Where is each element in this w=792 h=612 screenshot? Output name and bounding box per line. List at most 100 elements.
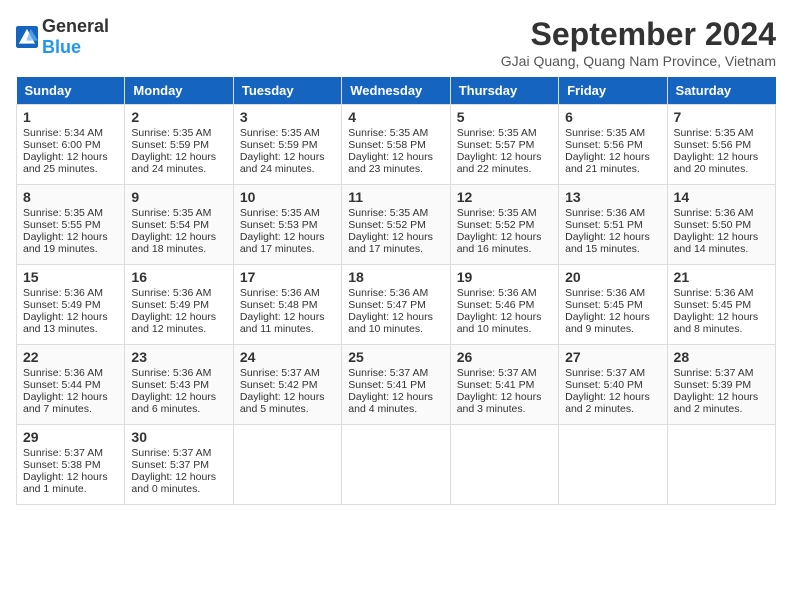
sunset-text: Sunset: 5:42 PM <box>240 379 318 391</box>
day-number: 29 <box>23 429 118 445</box>
daylight-text: Daylight: 12 hours and 2 minutes. <box>674 391 759 415</box>
calendar-cell <box>233 425 341 505</box>
calendar-cell: 7 Sunrise: 5:35 AM Sunset: 5:56 PM Dayli… <box>667 105 775 185</box>
calendar-cell: 22 Sunrise: 5:36 AM Sunset: 5:44 PM Dayl… <box>17 345 125 425</box>
col-monday: Monday <box>125 77 233 105</box>
day-number: 2 <box>131 109 226 125</box>
day-number: 15 <box>23 269 118 285</box>
daylight-text: Daylight: 12 hours and 24 minutes. <box>240 151 325 175</box>
calendar-week-4: 22 Sunrise: 5:36 AM Sunset: 5:44 PM Dayl… <box>17 345 776 425</box>
calendar-cell: 30 Sunrise: 5:37 AM Sunset: 5:37 PM Dayl… <box>125 425 233 505</box>
sunrise-text: Sunrise: 5:35 AM <box>131 127 211 139</box>
col-sunday: Sunday <box>17 77 125 105</box>
sunset-text: Sunset: 5:37 PM <box>131 459 209 471</box>
day-number: 25 <box>348 349 443 365</box>
sunrise-text: Sunrise: 5:35 AM <box>240 207 320 219</box>
day-number: 28 <box>674 349 769 365</box>
calendar-cell <box>667 425 775 505</box>
sunrise-text: Sunrise: 5:36 AM <box>565 287 645 299</box>
day-number: 27 <box>565 349 660 365</box>
sunrise-text: Sunrise: 5:35 AM <box>348 207 428 219</box>
calendar-cell: 3 Sunrise: 5:35 AM Sunset: 5:59 PM Dayli… <box>233 105 341 185</box>
sunset-text: Sunset: 5:48 PM <box>240 299 318 311</box>
daylight-text: Daylight: 12 hours and 22 minutes. <box>457 151 542 175</box>
sunset-text: Sunset: 5:43 PM <box>131 379 209 391</box>
daylight-text: Daylight: 12 hours and 18 minutes. <box>131 231 216 255</box>
day-number: 8 <box>23 189 118 205</box>
sunrise-text: Sunrise: 5:36 AM <box>23 287 103 299</box>
sunrise-text: Sunrise: 5:35 AM <box>23 207 103 219</box>
sunrise-text: Sunrise: 5:37 AM <box>457 367 537 379</box>
day-number: 26 <box>457 349 552 365</box>
day-number: 5 <box>457 109 552 125</box>
sunrise-text: Sunrise: 5:35 AM <box>457 127 537 139</box>
calendar-cell <box>342 425 450 505</box>
calendar-cell: 10 Sunrise: 5:35 AM Sunset: 5:53 PM Dayl… <box>233 185 341 265</box>
sunrise-text: Sunrise: 5:37 AM <box>23 447 103 459</box>
sunset-text: Sunset: 5:49 PM <box>23 299 101 311</box>
daylight-text: Daylight: 12 hours and 4 minutes. <box>348 391 433 415</box>
sunset-text: Sunset: 5:52 PM <box>457 219 535 231</box>
daylight-text: Daylight: 12 hours and 17 minutes. <box>240 231 325 255</box>
sunrise-text: Sunrise: 5:35 AM <box>457 207 537 219</box>
day-number: 14 <box>674 189 769 205</box>
col-tuesday: Tuesday <box>233 77 341 105</box>
day-number: 9 <box>131 189 226 205</box>
daylight-text: Daylight: 12 hours and 9 minutes. <box>565 311 650 335</box>
sunrise-text: Sunrise: 5:37 AM <box>565 367 645 379</box>
sunset-text: Sunset: 5:49 PM <box>131 299 209 311</box>
daylight-text: Daylight: 12 hours and 8 minutes. <box>674 311 759 335</box>
calendar-cell: 2 Sunrise: 5:35 AM Sunset: 5:59 PM Dayli… <box>125 105 233 185</box>
daylight-text: Daylight: 12 hours and 23 minutes. <box>348 151 433 175</box>
sunset-text: Sunset: 5:54 PM <box>131 219 209 231</box>
daylight-text: Daylight: 12 hours and 3 minutes. <box>457 391 542 415</box>
daylight-text: Daylight: 12 hours and 25 minutes. <box>23 151 108 175</box>
calendar-cell: 23 Sunrise: 5:36 AM Sunset: 5:43 PM Dayl… <box>125 345 233 425</box>
calendar-week-1: 1 Sunrise: 5:34 AM Sunset: 6:00 PM Dayli… <box>17 105 776 185</box>
day-number: 7 <box>674 109 769 125</box>
calendar-week-2: 8 Sunrise: 5:35 AM Sunset: 5:55 PM Dayli… <box>17 185 776 265</box>
calendar-cell: 21 Sunrise: 5:36 AM Sunset: 5:45 PM Dayl… <box>667 265 775 345</box>
calendar-cell: 17 Sunrise: 5:36 AM Sunset: 5:48 PM Dayl… <box>233 265 341 345</box>
sunrise-text: Sunrise: 5:36 AM <box>131 367 211 379</box>
sunset-text: Sunset: 5:57 PM <box>457 139 535 151</box>
calendar-cell: 16 Sunrise: 5:36 AM Sunset: 5:49 PM Dayl… <box>125 265 233 345</box>
day-number: 17 <box>240 269 335 285</box>
sunrise-text: Sunrise: 5:36 AM <box>674 287 754 299</box>
daylight-text: Daylight: 12 hours and 15 minutes. <box>565 231 650 255</box>
day-number: 6 <box>565 109 660 125</box>
daylight-text: Daylight: 12 hours and 14 minutes. <box>674 231 759 255</box>
daylight-text: Daylight: 12 hours and 16 minutes. <box>457 231 542 255</box>
day-number: 3 <box>240 109 335 125</box>
calendar-week-5: 29 Sunrise: 5:37 AM Sunset: 5:38 PM Dayl… <box>17 425 776 505</box>
sunset-text: Sunset: 5:53 PM <box>240 219 318 231</box>
daylight-text: Daylight: 12 hours and 17 minutes. <box>348 231 433 255</box>
daylight-text: Daylight: 12 hours and 24 minutes. <box>131 151 216 175</box>
month-year: September 2024 <box>501 16 776 53</box>
sunrise-text: Sunrise: 5:36 AM <box>240 287 320 299</box>
day-number: 11 <box>348 189 443 205</box>
calendar-cell: 13 Sunrise: 5:36 AM Sunset: 5:51 PM Dayl… <box>559 185 667 265</box>
calendar-cell: 24 Sunrise: 5:37 AM Sunset: 5:42 PM Dayl… <box>233 345 341 425</box>
header-row: Sunday Monday Tuesday Wednesday Thursday… <box>17 77 776 105</box>
sunset-text: Sunset: 5:46 PM <box>457 299 535 311</box>
calendar-cell: 20 Sunrise: 5:36 AM Sunset: 5:45 PM Dayl… <box>559 265 667 345</box>
day-number: 20 <box>565 269 660 285</box>
calendar-cell: 8 Sunrise: 5:35 AM Sunset: 5:55 PM Dayli… <box>17 185 125 265</box>
calendar-cell: 6 Sunrise: 5:35 AM Sunset: 5:56 PM Dayli… <box>559 105 667 185</box>
day-number: 22 <box>23 349 118 365</box>
calendar-week-3: 15 Sunrise: 5:36 AM Sunset: 5:49 PM Dayl… <box>17 265 776 345</box>
sunrise-text: Sunrise: 5:36 AM <box>674 207 754 219</box>
sunset-text: Sunset: 5:55 PM <box>23 219 101 231</box>
calendar-cell: 9 Sunrise: 5:35 AM Sunset: 5:54 PM Dayli… <box>125 185 233 265</box>
sunset-text: Sunset: 5:45 PM <box>565 299 643 311</box>
day-number: 1 <box>23 109 118 125</box>
calendar-cell: 12 Sunrise: 5:35 AM Sunset: 5:52 PM Dayl… <box>450 185 558 265</box>
calendar-cell: 27 Sunrise: 5:37 AM Sunset: 5:40 PM Dayl… <box>559 345 667 425</box>
sunrise-text: Sunrise: 5:37 AM <box>348 367 428 379</box>
sunrise-text: Sunrise: 5:35 AM <box>348 127 428 139</box>
day-number: 30 <box>131 429 226 445</box>
sunset-text: Sunset: 5:51 PM <box>565 219 643 231</box>
sunrise-text: Sunrise: 5:36 AM <box>348 287 428 299</box>
daylight-text: Daylight: 12 hours and 2 minutes. <box>565 391 650 415</box>
